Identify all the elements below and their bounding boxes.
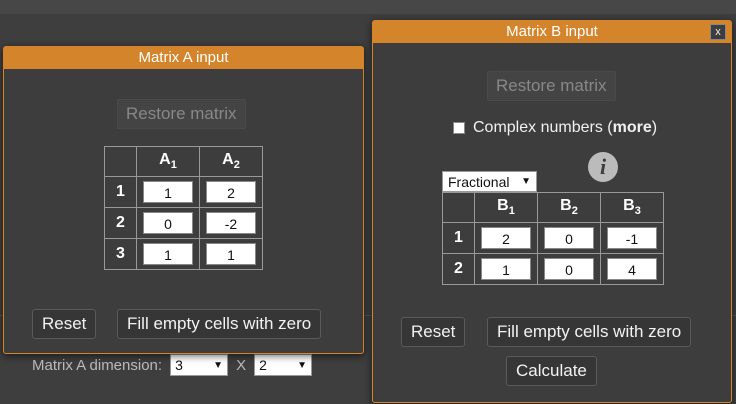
col-header-sub: 2: [571, 205, 578, 218]
matrix-b-cell-input[interactable]: 1: [481, 258, 531, 280]
reset-a-button[interactable]: Reset: [32, 309, 97, 339]
matrix-a-corner: [104, 146, 137, 177]
matrix-a-col-header: A1: [136, 146, 200, 177]
table-row: 1 1 2: [104, 176, 263, 208]
complex-numbers-row: Complex numbers (more): [453, 119, 657, 137]
matrix-a-dimension-label: Matrix A dimension:: [32, 356, 163, 374]
complex-numbers-label: Complex numbers (more): [473, 119, 657, 137]
matrix-b-cell-input[interactable]: 0: [544, 258, 594, 280]
complex-label-text: Complex numbers (: [473, 119, 613, 136]
col-header-letter: A: [159, 151, 171, 169]
matrix-a-cell-input[interactable]: 1: [206, 243, 256, 265]
rows-select-value: 3: [175, 357, 183, 373]
more-link[interactable]: more: [613, 119, 652, 136]
chevron-down-icon: ▼: [297, 359, 308, 371]
col-header-letter: A: [222, 151, 234, 169]
reset-b-button[interactable]: Reset: [401, 317, 466, 347]
info-icon[interactable]: i: [588, 152, 618, 182]
matrix-a-cell-input[interactable]: 0: [143, 212, 193, 234]
number-format-value: Fractional: [448, 173, 510, 190]
complex-numbers-checkbox[interactable]: [453, 122, 465, 134]
chevron-down-icon: ▼: [213, 359, 224, 371]
matrix-b-cell-input[interactable]: 2: [481, 227, 531, 249]
col-header-sub: 2: [233, 159, 240, 172]
matrix-b-dialog: Matrix B input x Restore matrix Complex …: [372, 20, 732, 403]
restore-matrix-a-button[interactable]: Restore matrix: [117, 99, 246, 129]
row-header: 3: [104, 238, 137, 270]
rows-select[interactable]: 3 ▼: [170, 354, 229, 376]
matrix-a-dimension-row: Matrix A dimension: 3 ▼ X 2 ▼: [32, 354, 313, 376]
dimension-x-label: X: [236, 356, 247, 374]
matrix-a-cell-input[interactable]: 2: [206, 181, 256, 203]
matrix-b-corner: [442, 192, 475, 223]
table-row: 2 1 0 4: [442, 253, 664, 285]
col-header-sub: 1: [508, 205, 515, 218]
table-row: 1 2 0 -1: [442, 222, 664, 254]
close-icon[interactable]: x: [710, 24, 726, 40]
restore-matrix-b-button[interactable]: Restore matrix: [487, 71, 616, 101]
matrix-b-dialog-title[interactable]: Matrix B input x: [373, 21, 731, 43]
matrix-b-col-header: B1: [474, 192, 538, 223]
calculate-button[interactable]: Calculate: [506, 356, 597, 386]
fill-zero-a-button[interactable]: Fill empty cells with zero: [117, 309, 322, 339]
matrix-a-cell-input[interactable]: -2: [206, 212, 256, 234]
matrix-a-dialog-title[interactable]: Matrix A input: [4, 47, 363, 69]
cols-select-value: 2: [259, 357, 267, 373]
matrix-b-title-text: Matrix B input: [506, 23, 598, 40]
col-header-letter: B: [623, 197, 635, 215]
matrix-b-col-header: B3: [600, 192, 664, 223]
matrix-b-cell-input[interactable]: -1: [607, 227, 657, 249]
matrix-a-cell-input[interactable]: 1: [143, 181, 193, 203]
col-header-letter: B: [497, 197, 509, 215]
col-header-sub: 3: [634, 205, 641, 218]
row-header: 2: [104, 207, 137, 239]
table-row: 3 1 1: [104, 238, 263, 270]
complex-label-suffix: ): [651, 119, 658, 136]
table-row: 2 0 -2: [104, 207, 263, 239]
matrix-b-table: B1 B2 B3 1 2 0 -1 2 1 0 4: [442, 192, 664, 285]
matrix-b-cell-input[interactable]: 4: [607, 258, 657, 280]
matrix-a-cell-input[interactable]: 1: [143, 243, 193, 265]
cols-select[interactable]: 2 ▼: [254, 354, 313, 376]
col-header-sub: 1: [170, 159, 177, 172]
matrix-a-dialog: Matrix A input Restore matrix A1 A2 1 1 …: [3, 46, 364, 354]
col-header-letter: B: [560, 197, 572, 215]
number-format-select[interactable]: Fractional ▼: [442, 171, 537, 192]
matrix-b-col-header: B2: [537, 192, 601, 223]
fill-zero-b-button[interactable]: Fill empty cells with zero: [487, 317, 692, 347]
row-header: 2: [442, 253, 475, 285]
matrix-b-cell-input[interactable]: 0: [544, 227, 594, 249]
row-header: 1: [442, 222, 475, 254]
matrix-a-table: A1 A2 1 1 2 2 0 -2 3 1 1: [104, 146, 263, 270]
chevron-down-icon: ▼: [521, 176, 531, 187]
matrix-a-col-header: A2: [199, 146, 263, 177]
row-header: 1: [104, 176, 137, 208]
background-header: [0, 0, 736, 14]
